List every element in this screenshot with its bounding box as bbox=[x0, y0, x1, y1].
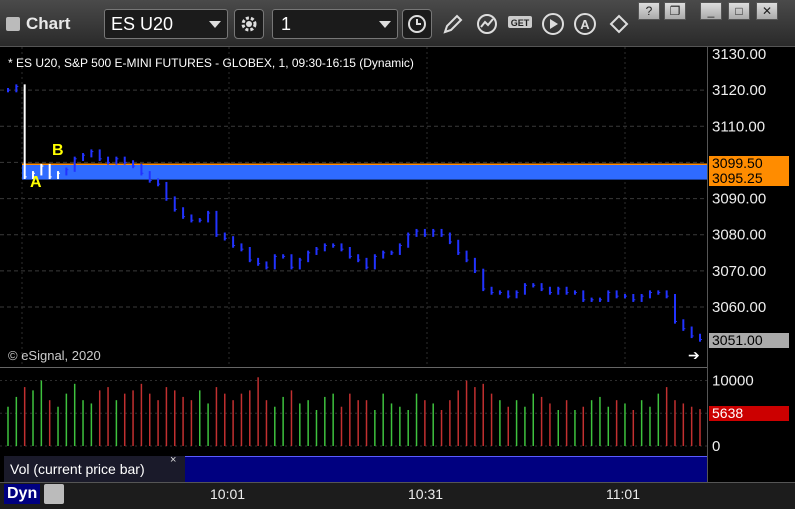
price-tick-label: 3130.00 bbox=[712, 47, 766, 63]
volume-legend-bar bbox=[185, 456, 707, 483]
pane-divider[interactable] bbox=[0, 367, 707, 368]
alerts-button[interactable]: A bbox=[570, 9, 600, 39]
study-chart-icon bbox=[477, 14, 497, 34]
symbol-dropdown-icon[interactable] bbox=[209, 21, 221, 28]
copyright-label: © eSignal, 2020 bbox=[8, 348, 101, 363]
lock-icon[interactable] bbox=[44, 484, 64, 504]
gear-icon bbox=[241, 16, 257, 32]
time-template-button[interactable] bbox=[402, 9, 432, 39]
pencil-icon bbox=[443, 14, 463, 34]
volume-legend[interactable]: Vol (current price bar) bbox=[4, 456, 185, 482]
volume-tick-label: 0 bbox=[712, 438, 720, 455]
replay-button[interactable] bbox=[538, 9, 568, 39]
maximize-button[interactable]: □ bbox=[728, 2, 750, 20]
link-button[interactable] bbox=[604, 9, 634, 39]
label-a: A bbox=[30, 174, 42, 191]
dynamic-button[interactable]: Dyn bbox=[4, 484, 41, 504]
settings-gear-button[interactable] bbox=[234, 9, 264, 39]
app-title: Chart bbox=[6, 14, 70, 34]
interval-input[interactable]: 1 bbox=[272, 9, 398, 39]
upper-zone-price-tag: 3099.50 bbox=[709, 156, 789, 171]
interval-dropdown-icon[interactable] bbox=[379, 21, 391, 28]
svg-text:A: A bbox=[580, 17, 590, 32]
last-price-tag: 3051.00 bbox=[709, 333, 789, 348]
volume-price-tag: 5638 bbox=[709, 406, 789, 421]
price-zone-rect[interactable] bbox=[22, 164, 707, 180]
link-icon bbox=[609, 14, 629, 34]
volume-tick-label: 10000 bbox=[712, 373, 754, 390]
svg-text:GET: GET bbox=[511, 18, 530, 28]
price-tick-label: 3110.00 bbox=[712, 118, 765, 135]
time-label-1101: 11:01 bbox=[606, 486, 640, 502]
scroll-to-end-icon[interactable]: ➔ bbox=[688, 347, 700, 364]
minimize-button[interactable]: _ bbox=[700, 2, 722, 20]
price-tick-label: 3090.00 bbox=[712, 191, 766, 208]
price-tick-label: 3060.00 bbox=[712, 299, 766, 316]
play-icon bbox=[542, 13, 564, 35]
symbol-value: ES U20 bbox=[111, 13, 174, 34]
lower-zone-price-tag: 3095.25 bbox=[709, 171, 789, 186]
time-label-1031: 10:31 bbox=[408, 486, 444, 502]
volume-chart[interactable] bbox=[0, 368, 707, 456]
price-tick-label: 3120.00 bbox=[712, 82, 766, 99]
interval-value: 1 bbox=[281, 13, 292, 34]
get-data-button[interactable]: GET bbox=[506, 9, 536, 39]
time-label-1001: 10:01 bbox=[210, 486, 246, 502]
symbol-input[interactable]: ES U20 bbox=[104, 9, 228, 39]
label-b: B bbox=[52, 142, 64, 159]
close-button[interactable]: ✕ bbox=[756, 2, 778, 20]
clock-icon bbox=[408, 15, 426, 33]
window-title: Chart bbox=[26, 14, 71, 33]
restore-button[interactable]: ❐ bbox=[664, 2, 686, 20]
time-axis[interactable] bbox=[0, 482, 795, 509]
studies-button[interactable] bbox=[472, 9, 502, 39]
chart-info-label: * ES U20, S&P 500 E-MINI FUTURES - GLOBE… bbox=[8, 56, 414, 70]
alert-a-icon: A bbox=[574, 13, 596, 35]
volume-close-icon[interactable]: × bbox=[170, 454, 176, 466]
get-icon: GET bbox=[508, 16, 532, 28]
price-tick-label: 3070.00 bbox=[712, 263, 766, 280]
title-bar: Chart ES U20 1 GET A ? ❐ _ □ ✕ bbox=[0, 0, 795, 47]
price-tick-label: 3080.00 bbox=[712, 227, 766, 244]
price-chart[interactable]: AB bbox=[0, 47, 707, 367]
draw-tool-button[interactable] bbox=[438, 9, 468, 39]
help-button[interactable]: ? bbox=[638, 2, 660, 20]
chart-app-icon bbox=[6, 17, 20, 31]
